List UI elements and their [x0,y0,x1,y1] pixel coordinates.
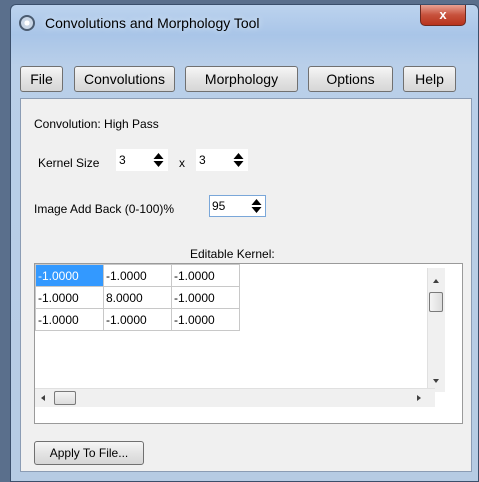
kernel-grid: -1.0000 -1.0000 -1.0000 -1.0000 8.0000 -… [34,263,463,424]
table-row: -1.0000 -1.0000 -1.0000 [35,308,240,331]
kernel-size-separator: x [179,156,185,170]
kernel-height-value: 3 [199,153,206,167]
kernel-table: -1.0000 -1.0000 -1.0000 -1.0000 8.0000 -… [35,264,240,331]
window-title: Convolutions and Morphology Tool [45,15,260,31]
kernel-cell[interactable]: -1.0000 [171,264,240,287]
spinner-arrows-icon[interactable] [153,152,164,168]
vertical-scroll-thumb[interactable] [429,292,443,312]
kernel-cell[interactable]: -1.0000 [35,286,104,309]
app-icon [19,15,35,31]
horizontal-scroll-thumb[interactable] [54,391,76,405]
spinner-arrows-icon[interactable] [251,198,262,214]
kernel-cell[interactable]: -1.0000 [171,308,240,331]
kernel-cell[interactable]: -1.0000 [171,286,240,309]
help-button[interactable]: Help [403,66,456,92]
scroll-down-icon[interactable] [433,379,439,383]
scroll-right-icon[interactable] [417,395,421,401]
file-button[interactable]: File [20,66,63,92]
spinner-arrows-icon[interactable] [233,152,244,168]
morphology-button[interactable]: Morphology [185,66,298,92]
kernel-cell[interactable]: -1.0000 [35,308,104,331]
kernel-width-value: 3 [119,153,126,167]
kernel-cell[interactable]: -1.0000 [35,264,104,287]
table-row: -1.0000 8.0000 -1.0000 [35,286,240,309]
convolution-label: Convolution: High Pass [34,117,159,131]
kernel-size-label: Kernel Size [38,156,100,170]
close-button[interactable]: x [420,5,466,26]
kernel-cell[interactable]: -1.0000 [103,308,172,331]
title-bar[interactable]: Convolutions and Morphology Tool x [11,5,478,51]
options-button[interactable]: Options [308,66,393,92]
vertical-scrollbar[interactable] [427,268,445,392]
kernel-height-spinner[interactable]: 3 [196,149,248,171]
convolutions-button[interactable]: Convolutions [74,66,175,92]
horizontal-scrollbar[interactable] [35,388,435,407]
add-back-spinner[interactable]: 95 [209,195,266,217]
kernel-cell[interactable]: -1.0000 [103,264,172,287]
scroll-left-icon[interactable] [41,395,45,401]
editable-kernel-heading: Editable Kernel: [190,247,275,261]
kernel-cell[interactable]: 8.0000 [103,286,172,309]
kernel-width-spinner[interactable]: 3 [116,149,168,171]
add-back-value: 95 [212,199,226,213]
apply-to-file-button[interactable]: Apply To File... [34,441,144,465]
close-icon: x [439,7,447,22]
table-row: -1.0000 -1.0000 -1.0000 [35,264,240,287]
scroll-up-icon[interactable] [433,279,439,283]
add-back-label: Image Add Back (0-100)% [34,202,175,216]
